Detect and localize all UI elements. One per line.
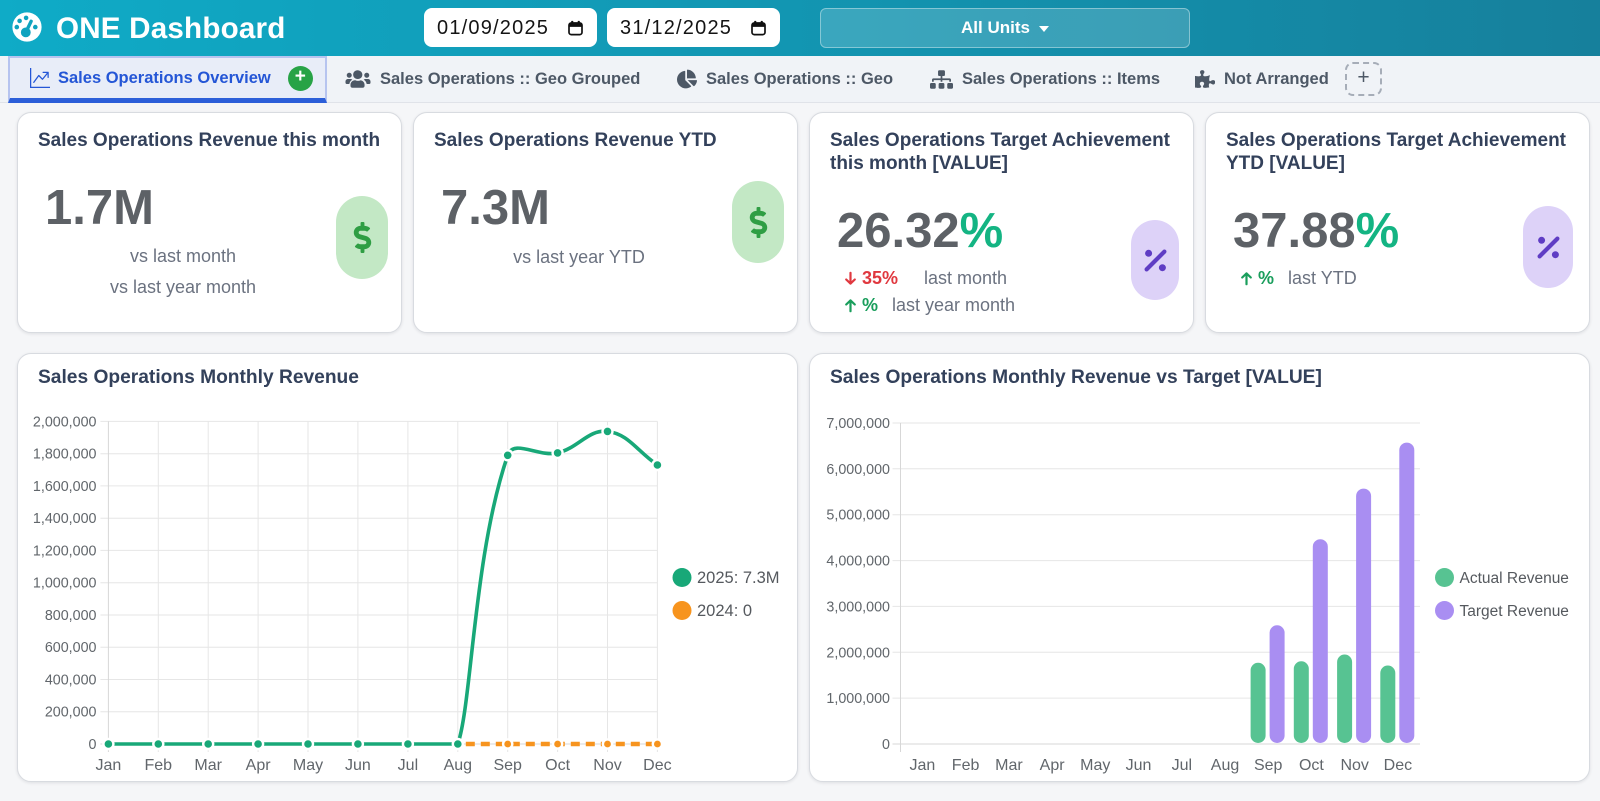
svg-text:6,000,000: 6,000,000	[826, 462, 890, 478]
svg-text:Feb: Feb	[952, 757, 980, 774]
svg-text:4,000,000: 4,000,000	[826, 554, 890, 570]
svg-text:Sep: Sep	[1254, 757, 1283, 774]
svg-text:Jun: Jun	[345, 757, 371, 774]
svg-text:1,000,000: 1,000,000	[33, 576, 97, 592]
svg-text:May: May	[293, 757, 323, 774]
svg-text:1,200,000: 1,200,000	[33, 543, 97, 559]
svg-text:1,800,000: 1,800,000	[33, 447, 97, 463]
svg-text:Sep: Sep	[493, 757, 522, 774]
svg-text:Nov: Nov	[593, 757, 621, 774]
svg-text:Mar: Mar	[194, 757, 222, 774]
svg-text:800,000: 800,000	[45, 608, 97, 624]
svg-text:Jan: Jan	[910, 757, 936, 774]
svg-text:Aug: Aug	[444, 757, 472, 774]
svg-text:1,000,000: 1,000,000	[826, 691, 890, 707]
svg-text:2,000,000: 2,000,000	[826, 645, 890, 661]
svg-text:Apr: Apr	[246, 757, 272, 774]
svg-text:Actual Revenue: Actual Revenue	[1460, 570, 1569, 587]
svg-text:0: 0	[89, 737, 97, 753]
svg-text:Dec: Dec	[1384, 757, 1412, 774]
svg-text:Jun: Jun	[1126, 757, 1152, 774]
svg-text:7,000,000: 7,000,000	[826, 416, 890, 432]
svg-text:5,000,000: 5,000,000	[826, 508, 890, 524]
svg-text:Target Revenue: Target Revenue	[1460, 603, 1569, 620]
svg-text:Jul: Jul	[1172, 757, 1192, 774]
svg-text:Aug: Aug	[1211, 757, 1239, 774]
svg-text:Nov: Nov	[1340, 757, 1368, 774]
svg-text:Dec: Dec	[643, 757, 671, 774]
svg-text:2025: 7.3M: 2025: 7.3M	[697, 569, 780, 587]
svg-text:Oct: Oct	[1299, 757, 1324, 774]
svg-text:600,000: 600,000	[45, 640, 97, 656]
svg-text:400,000: 400,000	[45, 673, 97, 689]
svg-text:Oct: Oct	[545, 757, 570, 774]
svg-text:200,000: 200,000	[45, 705, 97, 721]
svg-text:Apr: Apr	[1040, 757, 1066, 774]
svg-text:2024: 0: 2024: 0	[697, 602, 752, 620]
svg-text:Feb: Feb	[145, 757, 173, 774]
svg-text:1,400,000: 1,400,000	[33, 511, 97, 527]
svg-text:May: May	[1080, 757, 1110, 774]
svg-text:3,000,000: 3,000,000	[826, 599, 890, 615]
svg-text:1,600,000: 1,600,000	[33, 479, 97, 495]
svg-text:2,000,000: 2,000,000	[33, 414, 97, 430]
svg-text:Jan: Jan	[96, 757, 122, 774]
svg-text:Mar: Mar	[995, 757, 1023, 774]
svg-text:0: 0	[882, 737, 890, 753]
svg-text:Jul: Jul	[398, 757, 418, 774]
